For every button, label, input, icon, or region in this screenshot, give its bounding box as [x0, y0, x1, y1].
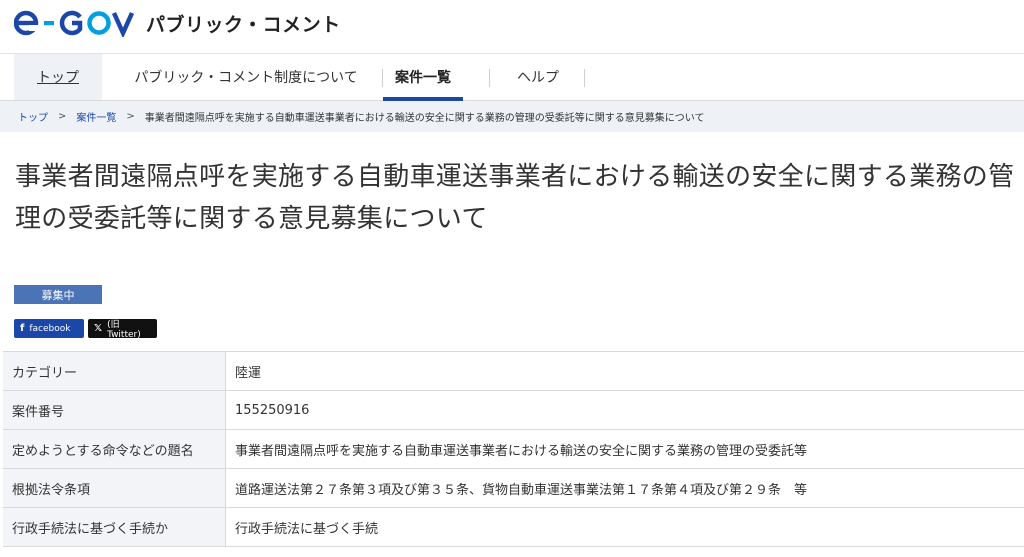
- facebook-share-label: facebook: [29, 323, 71, 334]
- nav-item-top[interactable]: トップ: [14, 54, 102, 100]
- row-key: 根拠法令条項: [3, 468, 226, 508]
- row-value: 陸運: [225, 351, 1024, 391]
- nav-item-about[interactable]: パブリック・コメント制度について: [116, 54, 376, 100]
- breadcrumb-separator: >: [58, 111, 67, 122]
- page-title: 事業者間遠隔点呼を実施する自動車運送事業者における輸送の安全に関する業務の管理の…: [15, 162, 1015, 234]
- table-row: 行政手続法に基づく手続か 行政手続法に基づく手続: [3, 507, 1024, 547]
- breadcrumb: トップ > 案件一覧 > 事業者間遠隔点呼を実施する自動車運送事業者における輸送…: [0, 101, 1024, 132]
- table-row: カテゴリー 陸運: [3, 351, 1024, 391]
- x-icon: 𝕏: [94, 323, 103, 334]
- egov-logo-icon: [14, 9, 138, 37]
- nav-item-help[interactable]: ヘルプ: [500, 54, 576, 100]
- row-value: 事業者間遠隔点呼を実施する自動車運送事業者における輸送の安全に関する業務の管理の…: [225, 429, 1024, 469]
- global-nav: トップ パブリック・コメント制度について 案件一覧 ヘルプ: [0, 54, 1024, 101]
- row-key: カテゴリー: [3, 351, 226, 391]
- row-value: 道路運送法第２７条第３項及び第３５条、貨物自動車運送事業法第１７条第４項及び第２…: [225, 468, 1024, 508]
- status-badge: 募集中: [14, 285, 102, 304]
- logo-text: パブリック・コメント: [146, 13, 341, 36]
- facebook-icon: f: [20, 323, 25, 334]
- row-key: 行政手続法に基づく手続か: [3, 507, 226, 547]
- table-row: 根拠法令条項 道路運送法第２７条第３項及び第３５条、貨物自動車運送事業法第１７条…: [3, 468, 1024, 508]
- nav-item-label: ヘルプ: [517, 70, 559, 86]
- nav-item-label: トップ: [37, 70, 79, 86]
- nav-divider: [489, 69, 490, 87]
- site-header: パブリック・コメント: [0, 0, 1024, 54]
- site-logo[interactable]: パブリック・コメント: [14, 9, 341, 37]
- facebook-share-button[interactable]: f facebook: [14, 319, 84, 338]
- row-value: 行政手続法に基づく手続: [225, 507, 1024, 547]
- nav-item-label: 案件一覧: [395, 70, 451, 86]
- row-key: 案件番号: [3, 390, 226, 430]
- breadcrumb-separator: >: [126, 111, 135, 122]
- x-share-label: (旧Twitter): [107, 320, 141, 340]
- row-value: 155250916: [225, 390, 1024, 430]
- table-row: 案件番号 155250916: [3, 390, 1024, 430]
- x-share-button[interactable]: 𝕏 (旧Twitter): [88, 319, 157, 340]
- nav-item-label: パブリック・コメント制度について: [134, 70, 358, 86]
- breadcrumb-top-link[interactable]: トップ: [18, 109, 48, 124]
- breadcrumb-case-list-link[interactable]: 案件一覧: [76, 109, 116, 124]
- nav-item-case-list[interactable]: 案件一覧: [383, 54, 463, 101]
- table-row: 定めようとする命令などの題名 事業者間遠隔点呼を実施する自動車運送事業者における…: [3, 429, 1024, 469]
- nav-divider: [584, 69, 585, 87]
- breadcrumb-current: 事業者間遠隔点呼を実施する自動車運送事業者における輸送の安全に関する業務の管理の…: [144, 113, 705, 124]
- case-details-table: カテゴリー 陸運 案件番号 155250916 定めようとする命令などの題名 事…: [3, 351, 1024, 547]
- row-key: 定めようとする命令などの題名: [3, 429, 226, 469]
